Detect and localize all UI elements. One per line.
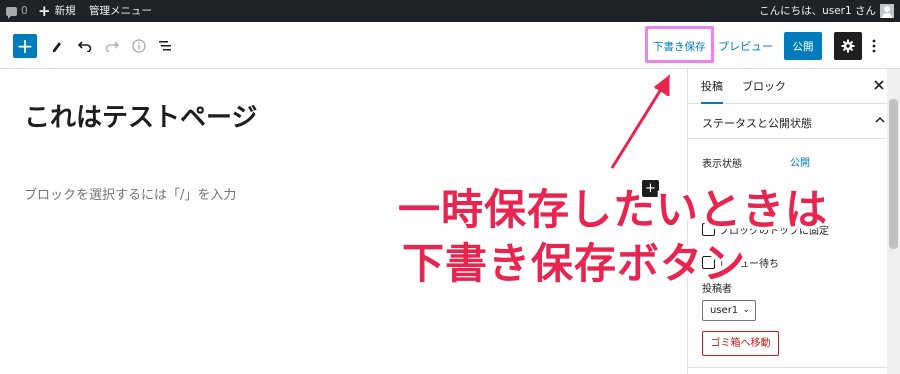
more-vertical-icon xyxy=(872,39,876,53)
plus-icon: + xyxy=(38,2,51,20)
add-block-button[interactable]: + xyxy=(13,34,37,58)
preview-button[interactable]: プレビュー xyxy=(718,33,773,59)
comment-icon xyxy=(6,6,17,19)
admin-bar: 0 + 新規 管理メニュー こんにちは、user1 さん xyxy=(0,0,900,22)
scroll-thumb[interactable] xyxy=(889,99,898,249)
draft-highlight-box xyxy=(645,26,714,63)
comments-link[interactable]: 0 xyxy=(6,0,28,22)
redo-button[interactable] xyxy=(101,34,123,58)
panel-divider xyxy=(688,138,888,139)
visibility-value[interactable]: 公開 xyxy=(790,154,810,169)
annotation-line-2: 下書き保存ボタン xyxy=(402,239,747,288)
chevron-up-icon xyxy=(875,116,885,123)
editor-toolbar: + 下書き保存 プレビュー 公開 xyxy=(0,22,900,69)
undo-icon xyxy=(78,41,92,52)
publish-button[interactable]: 公開 xyxy=(784,32,822,60)
move-to-trash-button[interactable]: ゴミ箱へ移動 xyxy=(702,331,779,356)
gear-icon xyxy=(841,39,855,53)
info-icon xyxy=(132,39,146,53)
sidebar-divider xyxy=(688,367,888,368)
list-view-button[interactable] xyxy=(154,34,176,58)
settings-button[interactable] xyxy=(834,32,862,60)
new-content-link[interactable]: + 新規 xyxy=(38,0,76,22)
author-value: user1 xyxy=(710,305,739,316)
block-placeholder[interactable]: ブロックを選択するには「/」を入力 xyxy=(24,184,236,203)
more-options-button[interactable] xyxy=(866,32,882,60)
author-select[interactable]: user1 ⌄ xyxy=(702,300,756,321)
status-panel-title[interactable]: ステータスと公開状態 xyxy=(702,115,812,131)
edit-tool-button[interactable] xyxy=(46,34,68,58)
admin-menu-link[interactable]: 管理メニュー xyxy=(89,0,152,22)
undo-button[interactable] xyxy=(74,34,96,58)
close-icon xyxy=(874,80,884,90)
panel-toggle[interactable] xyxy=(875,116,885,126)
tab-block[interactable]: ブロック xyxy=(742,69,786,104)
chevron-down-icon: ⌄ xyxy=(742,305,750,315)
new-label: 新規 xyxy=(54,5,76,17)
close-sidebar-button[interactable] xyxy=(874,79,884,94)
details-button[interactable] xyxy=(128,34,150,58)
sidebar-tabs: 投稿 ブロック xyxy=(688,69,888,104)
greeting-text: こんにちは、user1 さん xyxy=(759,5,876,17)
comment-count: 0 xyxy=(21,5,28,17)
account-link[interactable]: こんにちは、user1 さん xyxy=(759,0,876,22)
page-title[interactable]: これはテストページ xyxy=(24,97,257,134)
admin-menu-label: 管理メニュー xyxy=(89,5,152,17)
list-view-icon xyxy=(159,41,171,51)
pencil-icon xyxy=(53,42,61,52)
annotation-line-1: 一時保存したいときは xyxy=(398,185,829,234)
sidebar-scrollbar[interactable] xyxy=(887,69,900,374)
tab-post[interactable]: 投稿 xyxy=(701,69,723,104)
visibility-label: 表示状態 xyxy=(702,159,742,170)
redo-icon xyxy=(105,41,119,52)
avatar[interactable] xyxy=(880,4,894,18)
